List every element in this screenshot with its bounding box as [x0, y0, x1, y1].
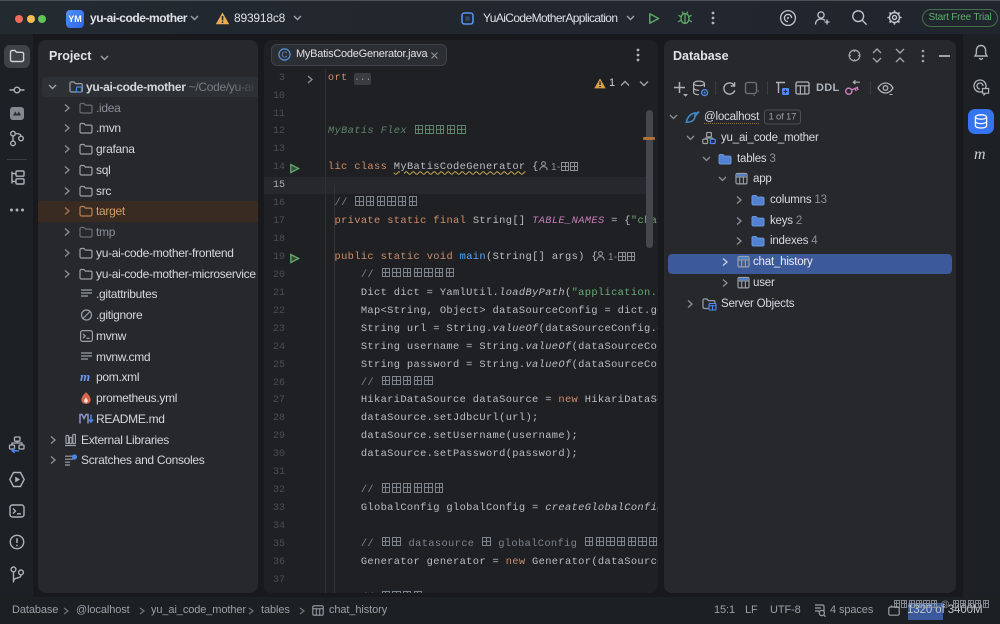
- svg-text:C: C: [281, 50, 287, 60]
